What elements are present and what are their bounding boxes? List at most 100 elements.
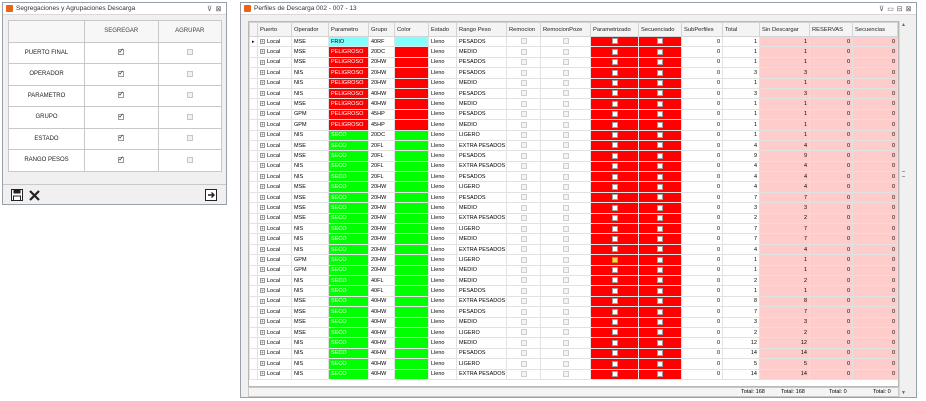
expand-icon[interactable]: +: [260, 121, 265, 127]
remocion-poze-checkbox[interactable]: [562, 48, 569, 55]
expand-icon[interactable]: +: [260, 132, 265, 138]
parametrizado-checkbox[interactable]: [611, 38, 618, 45]
segregar-checkbox[interactable]: [118, 90, 125, 99]
secuenciado-checkbox[interactable]: [657, 131, 663, 138]
expand-icon[interactable]: +: [260, 59, 265, 65]
remocion-checkbox[interactable]: [520, 225, 527, 232]
secuenciado-checkbox[interactable]: [657, 194, 663, 201]
parametrizado-checkbox[interactable]: [611, 48, 618, 55]
secuenciado-checkbox[interactable]: [657, 256, 663, 263]
secuenciado-checkbox[interactable]: [657, 100, 663, 107]
expand-icon[interactable]: +: [260, 142, 265, 148]
table-row[interactable]: + Local MSE SECO 20HW Lleno LIGERO 0 4 4 0 0: [249, 181, 898, 193]
column-header[interactable]: Puerto: [257, 22, 292, 37]
table-row[interactable]: + Local NIS SECO 20DC Lleno LIGERO 0 1 1 0 0: [249, 129, 898, 141]
remocion-poze-checkbox[interactable]: [562, 215, 569, 222]
remocion-poze-checkbox[interactable]: [562, 100, 569, 107]
table-row[interactable]: + Local NIS SECO 40FL Lleno PESADOS 0 1 1 0 0: [249, 285, 898, 297]
maximize-icon[interactable]: ⊟: [895, 5, 904, 13]
secuenciado-checkbox[interactable]: [657, 329, 663, 336]
parametrizado-checkbox[interactable]: [611, 267, 618, 274]
parametrizado-checkbox[interactable]: [611, 131, 618, 138]
parametrizado-checkbox[interactable]: [611, 277, 618, 284]
expand-icon[interactable]: +: [260, 90, 265, 96]
secuenciado-checkbox[interactable]: [657, 183, 663, 190]
remocion-poze-checkbox[interactable]: [562, 339, 569, 346]
expand-icon[interactable]: +: [260, 69, 265, 75]
remocion-poze-checkbox[interactable]: [562, 225, 569, 232]
remocion-poze-checkbox[interactable]: [562, 90, 569, 97]
expand-icon[interactable]: +: [260, 153, 265, 159]
remocion-checkbox[interactable]: [520, 350, 527, 357]
secuenciado-checkbox[interactable]: [657, 152, 663, 159]
remocion-checkbox[interactable]: [520, 287, 527, 294]
secuenciado-checkbox[interactable]: [657, 298, 663, 305]
expand-icon[interactable]: +: [260, 236, 265, 242]
expand-icon[interactable]: +: [260, 371, 265, 377]
expand-icon[interactable]: +: [260, 204, 265, 210]
expand-icon[interactable]: +: [260, 101, 265, 107]
remocion-poze-checkbox[interactable]: [562, 152, 569, 159]
column-header[interactable]: Remocion: [506, 22, 541, 37]
secuenciado-checkbox[interactable]: [657, 370, 663, 377]
table-row[interactable]: + Local NIS SECO 40HW Lleno MEDIO 0 12 12 0 0: [249, 337, 898, 349]
remocion-poze-checkbox[interactable]: [562, 69, 569, 76]
remocion-checkbox[interactable]: [520, 111, 527, 118]
table-row[interactable]: + Local NIS SECO 40HW Lleno LIGERO 0 5 5 0 0: [249, 358, 898, 370]
remocion-poze-checkbox[interactable]: [562, 80, 569, 87]
expand-icon[interactable]: +: [260, 80, 265, 86]
remocion-poze-checkbox[interactable]: [562, 246, 569, 253]
expand-icon[interactable]: +: [260, 173, 265, 179]
remocion-checkbox[interactable]: [520, 194, 527, 201]
expand-icon[interactable]: +: [260, 319, 265, 325]
secuenciado-checkbox[interactable]: [657, 173, 663, 180]
segregar-checkbox[interactable]: [118, 112, 125, 120]
minimize-icon[interactable]: ▭: [886, 5, 895, 13]
remocion-poze-checkbox[interactable]: [562, 194, 569, 201]
table-row[interactable]: + Local MSE SECO 40HW Lleno PESADOS 0 7 7 0 0: [249, 306, 898, 318]
secuenciado-checkbox[interactable]: [657, 339, 663, 346]
remocion-checkbox[interactable]: [520, 163, 527, 170]
table-row[interactable]: + Local NIS SECO 20FL Lleno EXTRA PESADOS 0 4 4 0 0: [249, 160, 898, 173]
secuenciado-checkbox[interactable]: [657, 215, 663, 222]
parametrizado-checkbox[interactable]: [611, 142, 618, 149]
expand-icon[interactable]: +: [260, 256, 265, 262]
secuenciado-checkbox[interactable]: [657, 121, 663, 128]
table-row[interactable]: + Local MSE SECO 40HW Lleno LIGERO 0 2 2 0 0: [249, 326, 898, 339]
column-header[interactable]: Grupo: [368, 22, 395, 37]
table-row[interactable]: + Local NIS PELIGROSO 20HW Lleno PESADOS 0 3 3 0 0: [249, 67, 898, 79]
expand-icon[interactable]: +: [260, 194, 265, 200]
scroll-down-icon[interactable]: ▼: [901, 390, 906, 396]
secuenciado-checkbox[interactable]: [657, 59, 663, 66]
remocion-poze-checkbox[interactable]: [562, 163, 569, 170]
remocion-checkbox[interactable]: [520, 59, 527, 66]
expand-icon[interactable]: +: [260, 111, 265, 117]
remocion-checkbox[interactable]: [520, 298, 527, 305]
remocion-checkbox[interactable]: [520, 370, 527, 377]
expand-icon[interactable]: +: [260, 308, 265, 314]
parametrizado-checkbox[interactable]: [611, 111, 618, 118]
remocion-checkbox[interactable]: [520, 360, 527, 367]
expand-icon[interactable]: +: [260, 298, 265, 304]
segregar-checkbox[interactable]: [118, 133, 125, 142]
remocion-poze-checkbox[interactable]: [562, 173, 569, 180]
secuenciado-checkbox[interactable]: [657, 319, 663, 326]
table-row[interactable]: + Local MSE SECO 40HW Lleno MEDIO 0 3 3 0 0: [249, 316, 898, 328]
parametrizado-checkbox[interactable]: [611, 69, 618, 76]
table-row[interactable]: + Local NIS SECO 40FL Lleno MEDIO 0 2 2 0 0: [249, 274, 898, 287]
table-row[interactable]: + Local MSE SECO 20FL Lleno PESADOS 0 9 9 0 0: [249, 150, 898, 162]
parametrizado-checkbox[interactable]: [611, 215, 618, 222]
expand-icon[interactable]: +: [260, 350, 265, 356]
remocion-checkbox[interactable]: [520, 80, 527, 87]
column-header[interactable]: Sin Descargar: [759, 22, 810, 37]
scroll-up-icon[interactable]: ▲: [901, 22, 906, 28]
remocion-checkbox[interactable]: [520, 183, 527, 190]
parametrizado-checkbox[interactable]: [611, 100, 618, 107]
secuenciado-checkbox[interactable]: [657, 80, 663, 87]
remocion-checkbox[interactable]: [520, 308, 527, 315]
table-row[interactable]: + Local MSE PELIGROSO 20DC Lleno MEDIO 0 1 1 0 0: [249, 46, 898, 58]
parametrizado-checkbox[interactable]: [611, 183, 618, 190]
secuenciado-checkbox[interactable]: [657, 360, 663, 367]
remocion-checkbox[interactable]: [520, 121, 527, 128]
remocion-poze-checkbox[interactable]: [562, 319, 569, 326]
